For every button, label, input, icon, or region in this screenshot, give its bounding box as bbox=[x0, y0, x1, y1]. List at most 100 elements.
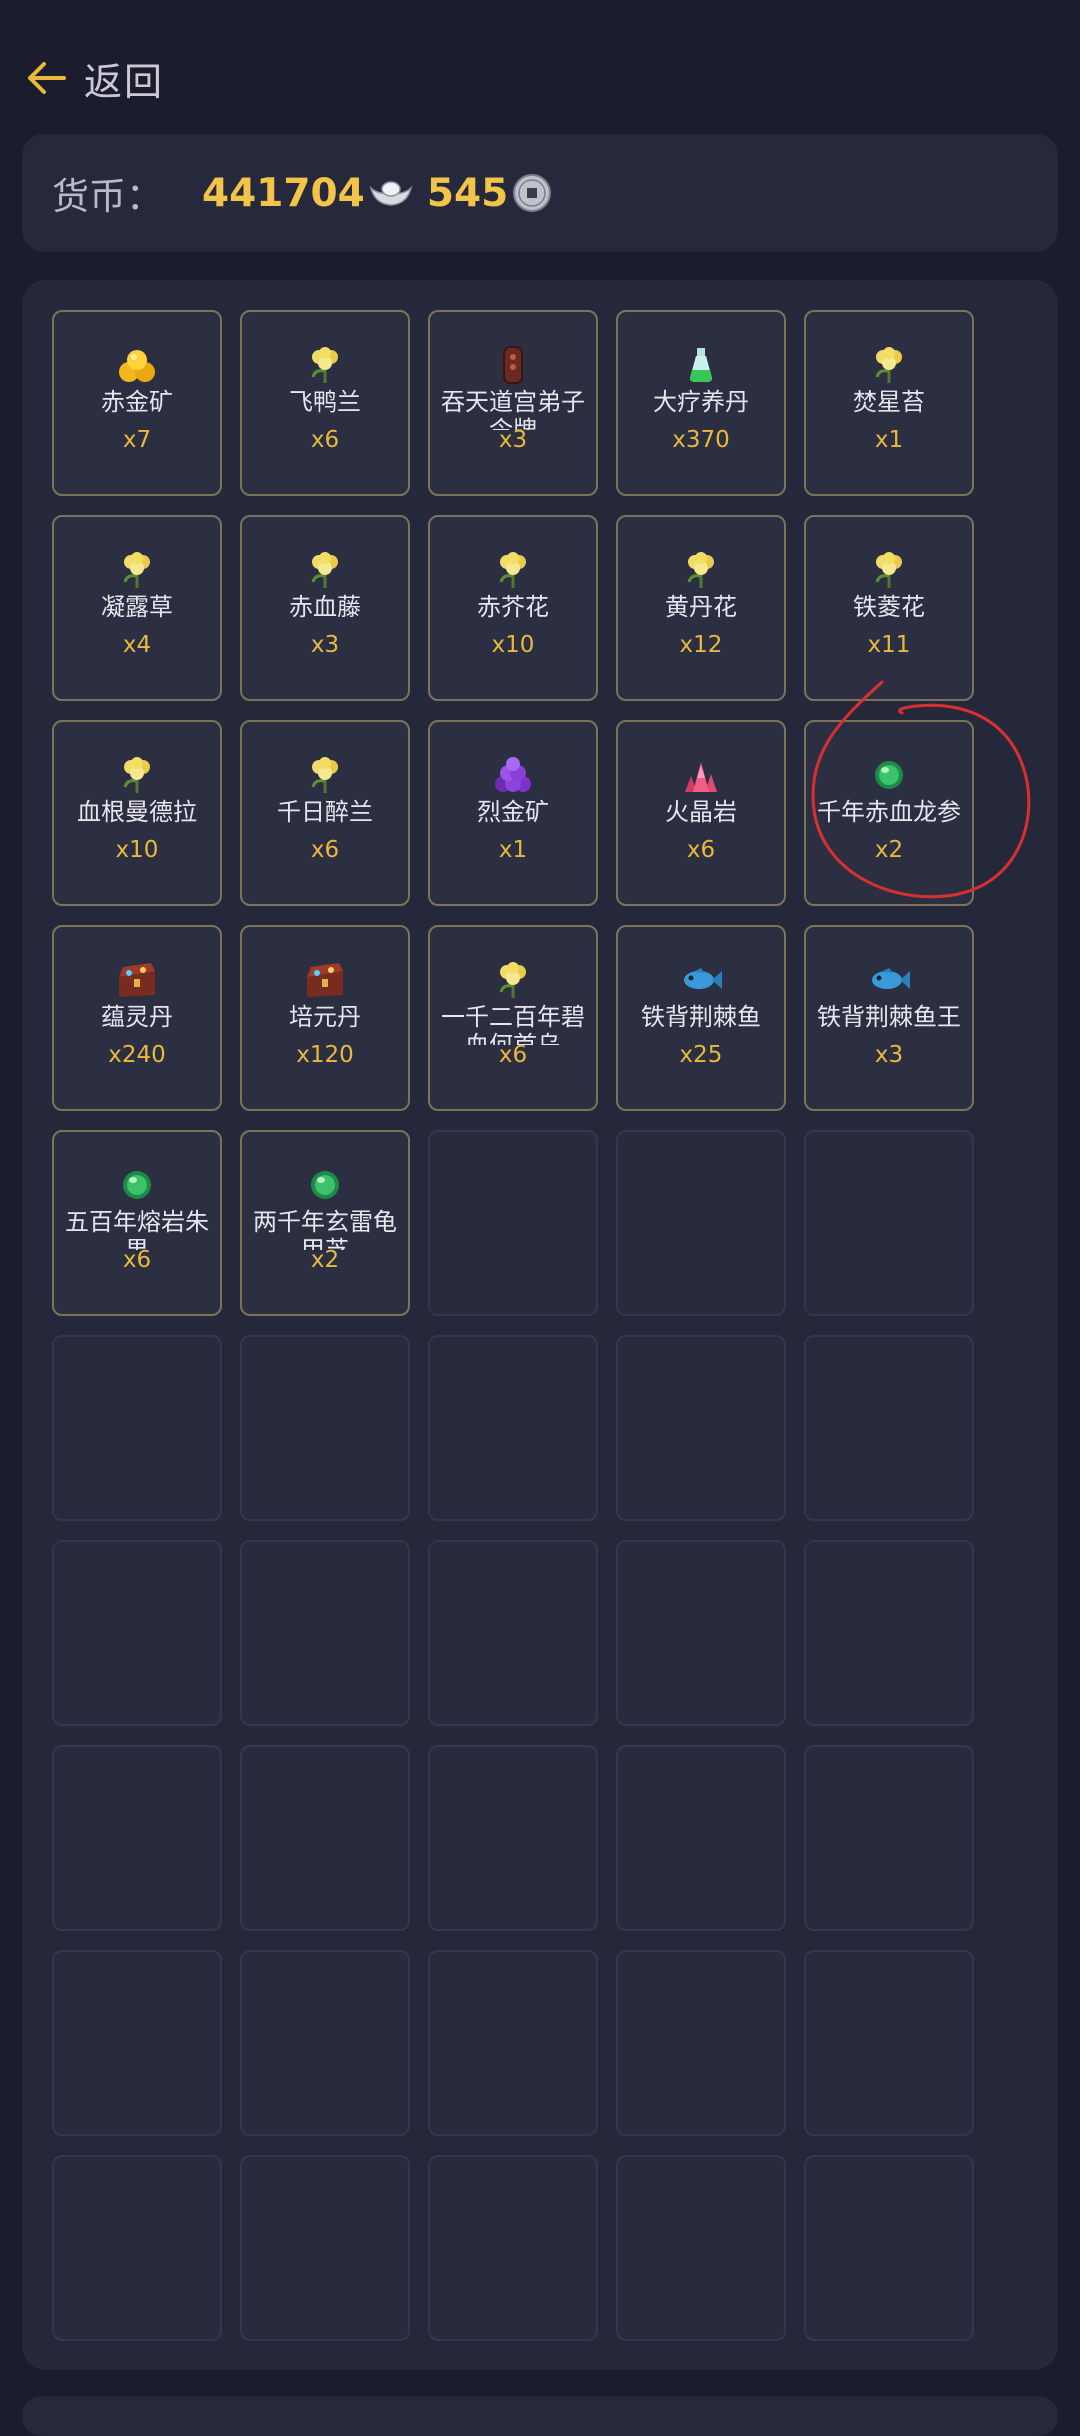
item-name: 两千年玄雷龟甲芝 bbox=[253, 1208, 397, 1250]
bottom-bar bbox=[22, 2396, 1058, 2436]
green-gem-icon bbox=[806, 754, 972, 796]
empty-slot[interactable] bbox=[240, 1745, 410, 1931]
item-slot[interactable]: 铁背荆棘鱼王 x3 bbox=[804, 925, 974, 1111]
item-quantity: x2 bbox=[874, 837, 904, 863]
item-slot[interactable]: 蕴灵丹 x240 bbox=[52, 925, 222, 1111]
item-name: 烈金矿 bbox=[477, 798, 549, 826]
empty-slot[interactable] bbox=[428, 1950, 598, 2136]
item-slot[interactable]: 一千二百年碧血何首乌 x6 bbox=[428, 925, 598, 1111]
item-quantity: x6 bbox=[310, 427, 340, 453]
empty-slot[interactable] bbox=[240, 1540, 410, 1726]
empty-slot[interactable] bbox=[616, 1540, 786, 1726]
silver-ingot-icon bbox=[369, 181, 413, 206]
herb-icon bbox=[806, 344, 972, 386]
item-quantity: x3 bbox=[874, 1042, 904, 1068]
item-name: 五百年熔岩朱果 bbox=[65, 1208, 209, 1250]
coin-amount: 545 bbox=[426, 170, 509, 216]
item-quantity: x6 bbox=[122, 1247, 152, 1273]
item-name: 蕴灵丹 bbox=[101, 1003, 173, 1031]
item-quantity: x240 bbox=[108, 1042, 166, 1068]
copper-coin-icon bbox=[513, 174, 552, 212]
item-slot[interactable]: 两千年玄雷龟甲芝 x2 bbox=[240, 1130, 410, 1316]
empty-slot[interactable] bbox=[616, 1745, 786, 1931]
item-slot[interactable]: 五百年熔岩朱果 x6 bbox=[52, 1130, 222, 1316]
item-slot[interactable]: 飞鸭兰 x6 bbox=[240, 310, 410, 496]
empty-slot[interactable] bbox=[52, 1540, 222, 1726]
empty-slot[interactable] bbox=[804, 1335, 974, 1521]
item-slot[interactable]: 焚星苔 x1 bbox=[804, 310, 974, 496]
empty-slot[interactable] bbox=[616, 1130, 786, 1316]
item-slot[interactable]: 铁菱花 x11 bbox=[804, 515, 974, 701]
empty-slot[interactable] bbox=[428, 2155, 598, 2341]
item-slot[interactable]: 火晶岩 x6 bbox=[616, 720, 786, 906]
back-button[interactable]: 返回 bbox=[24, 48, 164, 108]
item-name: 千年赤血龙参 bbox=[817, 798, 961, 826]
item-slot[interactable]: 吞天道宫弟子令牌 x3 bbox=[428, 310, 598, 496]
empty-slot[interactable] bbox=[52, 2155, 222, 2341]
item-quantity: x12 bbox=[679, 632, 723, 658]
item-slot[interactable]: 赤血藤 x3 bbox=[240, 515, 410, 701]
item-name: 赤金矿 bbox=[101, 388, 173, 416]
fish-icon bbox=[618, 959, 784, 1001]
herb-icon bbox=[54, 549, 220, 591]
empty-slot[interactable] bbox=[616, 1335, 786, 1521]
herb-icon bbox=[242, 754, 408, 796]
empty-slot[interactable] bbox=[52, 1335, 222, 1521]
empty-slot[interactable] bbox=[804, 1540, 974, 1726]
back-label: 返回 bbox=[84, 59, 165, 104]
herb-icon bbox=[430, 549, 596, 591]
item-quantity: x6 bbox=[310, 837, 340, 863]
item-slot[interactable]: 凝露草 x4 bbox=[52, 515, 222, 701]
empty-slot[interactable] bbox=[428, 1335, 598, 1521]
empty-slot[interactable] bbox=[804, 1950, 974, 2136]
item-slot[interactable]: 血根曼德拉 x10 bbox=[52, 720, 222, 906]
inventory-panel: 赤金矿 x7 飞鸭兰 x6 吞天道宫弟子令牌 x3 大疗养丹 x370 焚星苔 x1 凝露草 x4 赤血… bbox=[22, 280, 1058, 2370]
treasure-chest-icon bbox=[242, 959, 408, 1001]
empty-slot[interactable] bbox=[240, 2155, 410, 2341]
item-slot[interactable]: 烈金矿 x1 bbox=[428, 720, 598, 906]
item-quantity: x10 bbox=[491, 632, 535, 658]
item-name: 培元丹 bbox=[289, 1003, 361, 1031]
empty-slot[interactable] bbox=[804, 1130, 974, 1316]
item-name: 焚星苔 bbox=[853, 388, 925, 416]
empty-slot[interactable] bbox=[616, 1950, 786, 2136]
empty-slot[interactable] bbox=[616, 2155, 786, 2341]
item-quantity: x4 bbox=[122, 632, 152, 658]
item-quantity: x10 bbox=[115, 837, 159, 863]
treasure-chest-icon bbox=[54, 959, 220, 1001]
item-slot[interactable]: 赤金矿 x7 bbox=[52, 310, 222, 496]
item-name: 铁菱花 bbox=[853, 593, 925, 621]
item-slot[interactable]: 千年赤血龙参 x2 bbox=[804, 720, 974, 906]
item-slot[interactable]: 培元丹 x120 bbox=[240, 925, 410, 1111]
item-quantity: x7 bbox=[122, 427, 152, 453]
empty-slot[interactable] bbox=[428, 1130, 598, 1316]
empty-slot[interactable] bbox=[804, 1745, 974, 1931]
empty-slot[interactable] bbox=[428, 1540, 598, 1726]
item-name: 火晶岩 bbox=[665, 798, 737, 826]
herb-icon bbox=[430, 959, 596, 1001]
item-name: 千日醉兰 bbox=[277, 798, 373, 826]
empty-slot[interactable] bbox=[804, 2155, 974, 2341]
item-quantity: x1 bbox=[498, 837, 528, 863]
empty-slot[interactable] bbox=[240, 1335, 410, 1521]
item-quantity: x3 bbox=[310, 632, 340, 658]
herb-icon bbox=[618, 549, 784, 591]
empty-slot[interactable] bbox=[52, 1950, 222, 2136]
item-name: 赤芥花 bbox=[477, 593, 549, 621]
item-quantity: x6 bbox=[686, 837, 716, 863]
item-name: 赤血藤 bbox=[289, 593, 361, 621]
item-name: 铁背荆棘鱼王 bbox=[817, 1003, 961, 1031]
item-slot[interactable]: 千日醉兰 x6 bbox=[240, 720, 410, 906]
empty-slot[interactable] bbox=[428, 1745, 598, 1931]
currency-label: 货币： bbox=[52, 175, 163, 218]
green-gem-icon bbox=[54, 1164, 220, 1206]
empty-slot[interactable] bbox=[52, 1745, 222, 1931]
herb-icon bbox=[54, 754, 220, 796]
item-slot[interactable]: 赤芥花 x10 bbox=[428, 515, 598, 701]
item-name: 飞鸭兰 bbox=[289, 388, 361, 416]
item-slot[interactable]: 铁背荆棘鱼 x25 bbox=[616, 925, 786, 1111]
empty-slot[interactable] bbox=[240, 1950, 410, 2136]
item-slot[interactable]: 黄丹花 x12 bbox=[616, 515, 786, 701]
item-quantity: x3 bbox=[498, 427, 528, 453]
item-slot[interactable]: 大疗养丹 x370 bbox=[616, 310, 786, 496]
